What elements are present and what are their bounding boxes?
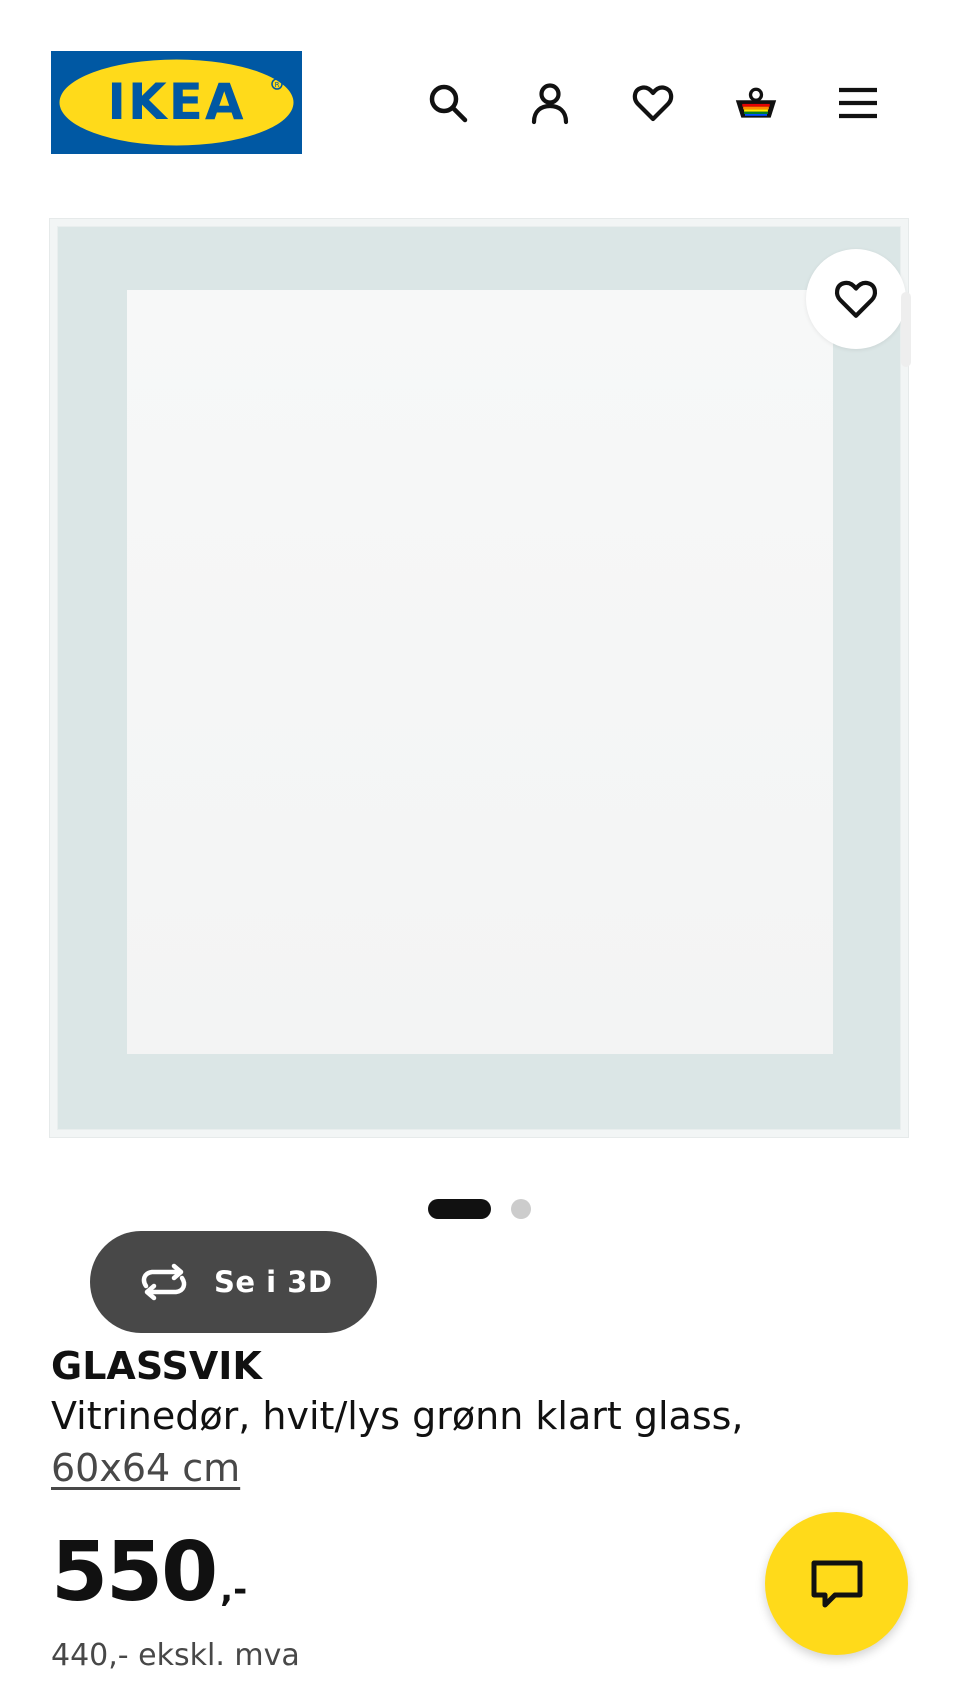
product-description: Vitrinedør, hvit/lys grønn klart glass, (51, 1394, 744, 1438)
ikea-logo[interactable]: IKEA R (51, 51, 302, 154)
product-name: GLASSVIK (51, 1344, 262, 1388)
basket-icon[interactable] (730, 77, 782, 129)
carousel-indicators (428, 1197, 531, 1221)
chat-button[interactable] (765, 1512, 908, 1655)
product-size-link[interactable]: 60x64 cm (51, 1446, 240, 1490)
product-price: 550 ,- (51, 1530, 247, 1616)
ikea-logo-mark: IKEA R (51, 51, 302, 154)
door-glass-panel (127, 290, 833, 1054)
scroll-handle[interactable] (901, 292, 911, 367)
user-icon[interactable] (524, 77, 576, 129)
carousel-dot-active[interactable] (428, 1199, 491, 1219)
view-3d-button[interactable]: Se i 3D (90, 1231, 377, 1333)
price-suffix: ,- (220, 1570, 248, 1610)
rotate-3d-icon (141, 1263, 187, 1301)
price-excl-vat: 440,- ekskl. mva (51, 1638, 300, 1673)
search-icon[interactable] (422, 77, 474, 129)
menu-icon[interactable] (832, 77, 884, 129)
product-image (49, 218, 909, 1138)
ikea-logo-text: IKEA (107, 73, 245, 131)
chat-icon (811, 1560, 862, 1607)
view-3d-label: Se i 3D (214, 1265, 333, 1299)
heart-icon (834, 280, 878, 318)
price-amount: 550 (51, 1525, 218, 1620)
carousel-dot[interactable] (511, 1199, 531, 1219)
svg-text:R: R (275, 81, 280, 89)
product-image-gallery[interactable]: Se i 3D (49, 218, 909, 1333)
add-to-favourites-button[interactable] (806, 249, 906, 349)
heart-icon[interactable] (627, 77, 679, 129)
